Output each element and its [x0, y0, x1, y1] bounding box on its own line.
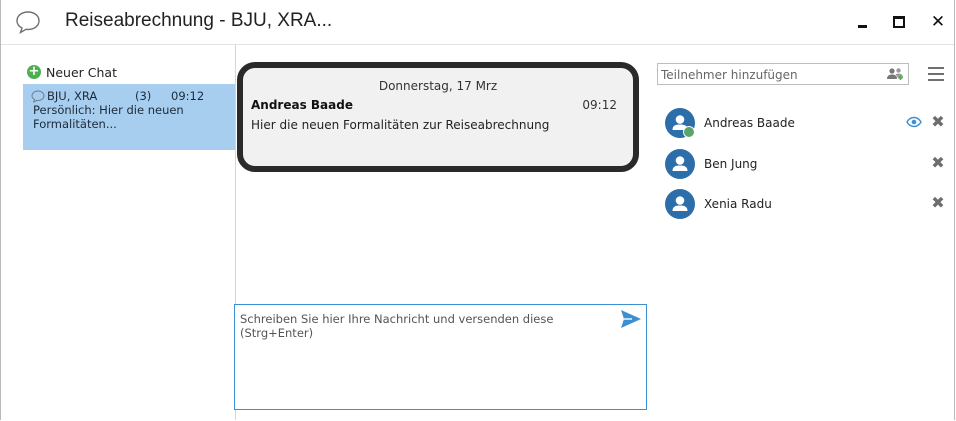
message-author: Andreas Baade: [251, 98, 353, 112]
close-button[interactable]: ✕: [923, 8, 953, 36]
remove-participant-icon[interactable]: ✖: [929, 112, 947, 132]
message-input[interactable]: [238, 308, 610, 404]
message-area: Donnerstag, 17 Mrz Andreas Baade 09:12 H…: [235, 44, 647, 300]
avatar: [665, 108, 695, 138]
minimize-button[interactable]: [847, 8, 877, 36]
menu-icon[interactable]: [926, 65, 946, 83]
chat-window: Reiseabrechnung - BJU, XRA... ✕ + Neuer …: [0, 0, 955, 420]
online-status-dot: [683, 126, 695, 138]
window-title: Reiseabrechnung - BJU, XRA...: [65, 10, 333, 31]
close-icon: ✕: [930, 12, 946, 32]
chat-list-panel: + Neuer Chat BJU, XRA (3) 09:12 Persönli…: [15, 44, 236, 420]
chat-item-unread-count: (3): [135, 89, 152, 103]
message-card: Donnerstag, 17 Mrz Andreas Baade 09:12 H…: [237, 62, 639, 172]
new-chat-button[interactable]: + Neuer Chat: [27, 64, 117, 80]
maximize-icon: [893, 16, 905, 28]
message-time: 09:12: [582, 98, 617, 112]
avatar: [665, 189, 695, 219]
title-bar: Reiseabrechnung - BJU, XRA... ✕: [1, 0, 954, 45]
person-icon: [672, 196, 688, 211]
maximize-button[interactable]: [884, 8, 914, 36]
avatar: [665, 149, 695, 179]
compose-box: [234, 304, 647, 410]
participant-row[interactable]: Xenia Radu ✖: [665, 187, 951, 221]
chat-item-preview: Persönlich: Hier die neuen Formalitäten.…: [33, 103, 184, 131]
message-text: Hier die neuen Formalitäten zur Reiseabr…: [251, 118, 550, 132]
participant-row[interactable]: Ben Jung ✖: [665, 147, 951, 181]
remove-participant-icon[interactable]: ✖: [929, 193, 947, 213]
plus-icon: +: [27, 64, 41, 79]
chat-bubble-icon: [31, 89, 45, 103]
chat-item-name: BJU, XRA: [47, 89, 98, 103]
remove-participant-icon[interactable]: ✖: [929, 153, 947, 173]
add-participant-input[interactable]: [661, 66, 871, 83]
participant-name: Xenia Radu: [704, 197, 772, 211]
minimize-icon: [857, 24, 867, 28]
send-icon[interactable]: [620, 309, 642, 329]
add-participant-field: [657, 63, 909, 85]
person-icon: [672, 156, 688, 171]
eye-icon: [906, 116, 922, 128]
participant-row[interactable]: Andreas Baade ✖: [665, 106, 951, 140]
new-chat-label: Neuer Chat: [46, 64, 117, 80]
participant-name: Ben Jung: [704, 157, 758, 171]
message-date-header: Donnerstag, 17 Mrz: [378, 79, 498, 93]
chat-item-time: 09:12: [171, 89, 205, 103]
add-people-icon[interactable]: [886, 67, 904, 81]
chat-bubble-icon: [16, 11, 40, 34]
chat-list-item[interactable]: BJU, XRA (3) 09:12 Persönlich: Hier die …: [23, 84, 235, 150]
